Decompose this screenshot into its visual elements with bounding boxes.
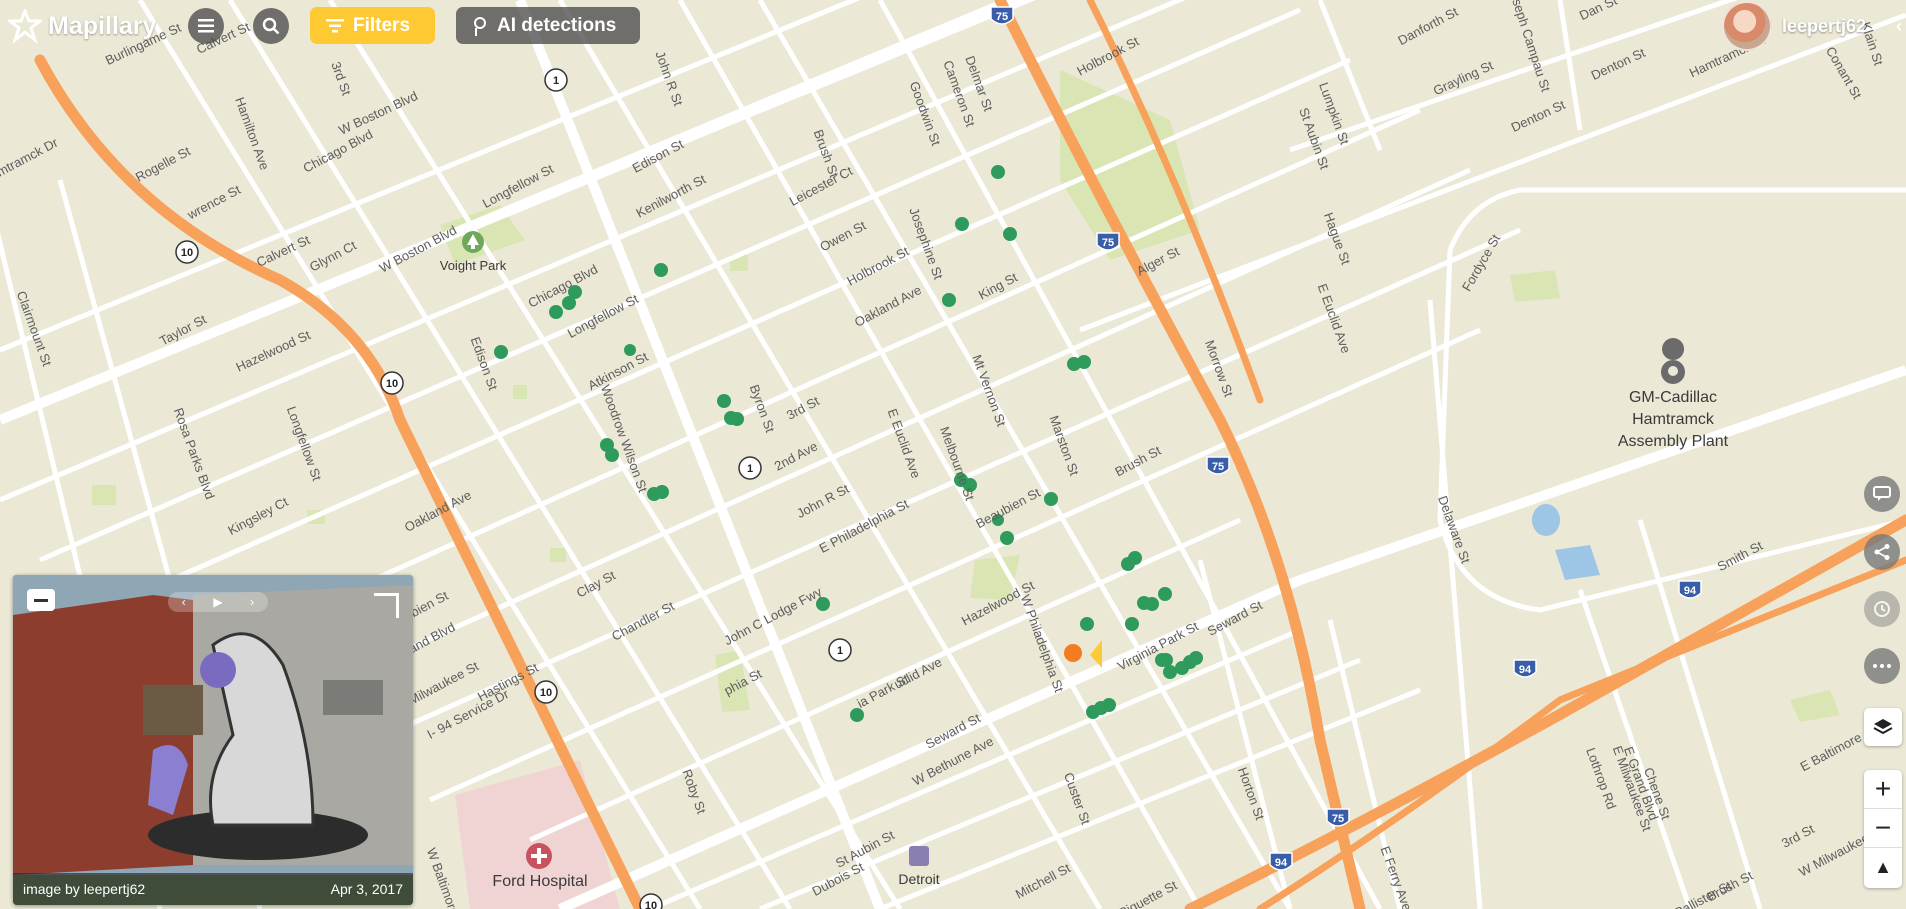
interstate-shield: 94 [1513,659,1537,678]
zoom-controls: + − ▲ [1864,770,1902,888]
minimize-viewer-button[interactable] [27,589,55,611]
user-menu[interactable]: leepertj62 [1721,1,1866,51]
compass-button[interactable]: ▲ [1864,848,1902,886]
interstate-shield: 75 [1326,808,1350,827]
route-shield: 10 [175,240,199,264]
place-label: Assembly Plant [1618,433,1729,450]
shield-number: 10 [645,900,657,909]
layers-icon [1873,719,1893,735]
play-icon[interactable]: ▶ [213,595,222,609]
share-icon [1874,544,1890,560]
route-shield: 10 [534,680,558,704]
route-shield: 10 [380,371,404,395]
street-image [13,575,413,905]
route-shield: 1 [544,68,568,92]
previous-icon[interactable]: ‹ [182,595,186,609]
clock-icon [1874,601,1890,617]
search-icon [262,17,280,35]
image-viewer[interactable]: ‹ ▶ › image by leepertj62 Apr 3, 2017 [13,575,413,905]
search-button[interactable] [253,8,289,44]
time-travel-button[interactable] [1864,591,1900,627]
route-shield: 10 [639,893,663,909]
ai-detections-button[interactable]: AI detections [456,7,640,44]
shield-number: 94 [1275,857,1288,869]
more-icon [1873,664,1891,668]
compass-icon: ▲ [1874,856,1892,877]
shield-number: 1 [553,75,559,87]
image-credit[interactable]: image by leepertj62 [23,881,145,897]
current-position-marker[interactable] [1064,644,1082,662]
next-icon[interactable]: › [250,595,254,609]
image-date: Apr 3, 2017 [330,881,403,897]
shield-number: 10 [386,378,398,390]
map-tools: + − ▲ [1846,0,1906,909]
interstate-shield: 94 [1678,580,1702,599]
sequence-navigation[interactable]: ‹ ▶ › [168,592,268,612]
brand-name: Mapillary [48,11,157,40]
shield-number: 75 [1212,461,1224,473]
route-shield: 1 [828,638,852,662]
shield-number: 75 [1102,237,1114,249]
feedback-button[interactable] [1864,476,1900,512]
shield-number: 10 [540,687,552,699]
share-button[interactable] [1864,534,1900,570]
mapillary-logo-icon [8,9,42,43]
shield-number: 75 [1332,813,1344,825]
place-label: Voight Park [440,258,507,273]
ai-detections-label: AI detections [497,14,617,36]
place-label: GM-Cadillac [1629,389,1717,406]
filters-label: Filters [353,14,411,36]
shield-number: 10 [181,247,193,259]
shield-number: 1 [747,463,753,475]
hamburger-icon [198,19,214,33]
ai-detection-icon [474,16,486,36]
zoom-in-button[interactable]: + [1864,770,1902,809]
top-bar: Mapillary Filters AI detections leepertj… [0,0,1906,52]
interstate-shield: 75 [1206,456,1230,475]
image-info: image by leepertj62 Apr 3, 2017 [13,873,413,905]
place-label: Detroit [898,871,939,887]
shield-number: 94 [1684,585,1697,597]
zoom-out-button[interactable]: − [1864,809,1902,848]
hospital-icon [526,843,552,869]
more-options-button[interactable] [1864,648,1900,684]
interstate-shield: 94 [1269,852,1293,871]
filters-button[interactable]: Filters [310,7,435,44]
comment-icon [1873,486,1891,501]
route-shield: 1 [738,456,762,480]
avatar[interactable] [1721,1,1772,51]
mapillary-logo[interactable]: Mapillary [8,8,156,44]
place-label: Hamtramck [1632,411,1715,428]
museum-icon [909,846,929,866]
shield-number: 94 [1519,664,1532,676]
interstate-shield: 75 [1096,232,1120,251]
place-label: Ford Hospital [492,873,587,890]
shield-number: 1 [837,645,843,657]
expand-viewer-button[interactable] [374,593,399,618]
layers-button[interactable] [1864,708,1902,746]
menu-button[interactable] [188,8,224,44]
park-icon [462,231,484,253]
filter-icon [326,18,344,32]
